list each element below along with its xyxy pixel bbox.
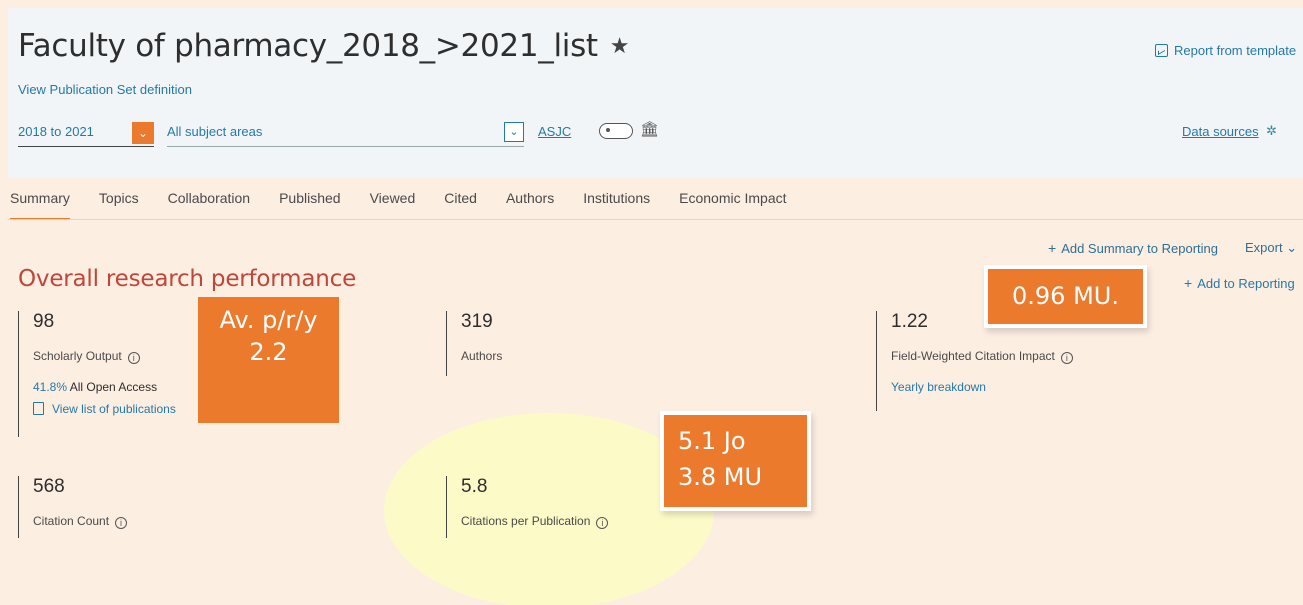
tab-collaboration[interactable]: Collaboration (168, 190, 251, 220)
chevron-down-icon[interactable]: ⌄ (504, 122, 524, 142)
add-summary-to-reporting-button[interactable]: + Add Summary to Reporting (1048, 240, 1218, 256)
open-access-link[interactable]: 41.8% All Open Access (33, 380, 176, 394)
tab-authors[interactable]: Authors (506, 190, 554, 220)
metric-label: Scholarly Output i (33, 349, 176, 364)
plus-icon: + (1184, 275, 1193, 291)
favorite-star-icon[interactable]: ★ (610, 34, 630, 59)
add-to-reporting-button[interactable]: + Add to Reporting (1184, 275, 1295, 291)
tab-economic-impact[interactable]: Economic Impact (679, 190, 786, 220)
document-icon (33, 402, 44, 415)
tab-divider (8, 219, 1303, 220)
tab-bar: Summary Topics Collaboration Published V… (10, 190, 816, 220)
tab-published[interactable]: Published (279, 190, 341, 220)
tab-viewed[interactable]: Viewed (370, 190, 416, 220)
publication-set-header: Faculty of pharmacy_2018_>2021_list ★ Vie… (8, 8, 1303, 178)
tab-institutions[interactable]: Institutions (583, 190, 650, 220)
annotation-line: 3.8 MU (678, 463, 763, 491)
tab-summary[interactable]: Summary (10, 190, 70, 220)
year-range-select[interactable]: 2018 to 2021 ⌄ (18, 120, 154, 147)
metric-value: 5.8 (461, 476, 488, 497)
metric-label: Citation Count i (33, 514, 128, 529)
metric-citation-count: 568 Citation Count i (18, 476, 128, 538)
subject-area-select[interactable]: All subject areas ⌄ (167, 120, 524, 147)
annotation-line: 5.1 Jo (678, 427, 746, 455)
metric-label: Authors (461, 349, 503, 363)
export-button[interactable]: Export ⌄ (1245, 240, 1297, 256)
view-list-of-publications-link[interactable]: View list of publications (33, 402, 176, 416)
view-definition-link[interactable]: View Publication Set definition (18, 82, 192, 97)
metric-value: 98 (33, 311, 55, 332)
data-sources-link[interactable]: Data sources (1182, 124, 1259, 139)
mu-annotation: 0.96 MU. (988, 269, 1143, 324)
metric-fwci: 1.22 Field-Weighted Citation Impact i Yea… (876, 311, 1073, 411)
metric-value: 568 (33, 476, 65, 497)
metric-value: 319 (461, 311, 493, 332)
tab-topics[interactable]: Topics (99, 190, 139, 220)
info-icon[interactable]: i (596, 517, 609, 529)
toggle-switch[interactable] (599, 123, 633, 139)
report-from-template-link[interactable]: Report from template (1155, 43, 1296, 58)
average-annotation: Av. p/r/y 2.2 (198, 297, 339, 423)
chevron-down-icon: ⌄ (1286, 240, 1298, 255)
metric-authors: 319 Authors (446, 311, 502, 376)
yearly-breakdown-link[interactable]: Yearly breakdown (891, 380, 1073, 394)
metric-label: Field-Weighted Citation Impact i (891, 349, 1073, 364)
info-icon[interactable]: i (127, 352, 140, 364)
plus-icon: + (1048, 240, 1057, 256)
institution-icon[interactable]: 🏛 (640, 120, 659, 138)
info-icon[interactable]: i (1060, 352, 1073, 364)
page-title: Faculty of pharmacy_2018_>2021_list ★ (18, 28, 630, 64)
metric-scholarly-output: 98 Scholarly Output i 41.8% All Open Acce… (18, 311, 176, 437)
loading-spinner-icon: ✲ (1266, 123, 1277, 138)
annotation-line: Av. p/r/y (219, 306, 318, 334)
info-icon[interactable]: i (115, 517, 128, 529)
asjc-link[interactable]: ASJC (538, 124, 571, 139)
report-icon (1155, 44, 1168, 57)
chevron-down-icon[interactable]: ⌄ (132, 122, 154, 144)
annotation-line: 2.2 (249, 338, 288, 366)
tab-cited[interactable]: Cited (444, 190, 477, 220)
section-title: Overall research performance (18, 266, 357, 292)
metric-label: Citations per Publication i (461, 514, 609, 529)
metric-citations-per-publication: 5.8 Citations per Publication i (446, 476, 609, 538)
jo-mu-annotation: 5.1 Jo 3.8 MU (664, 415, 807, 507)
